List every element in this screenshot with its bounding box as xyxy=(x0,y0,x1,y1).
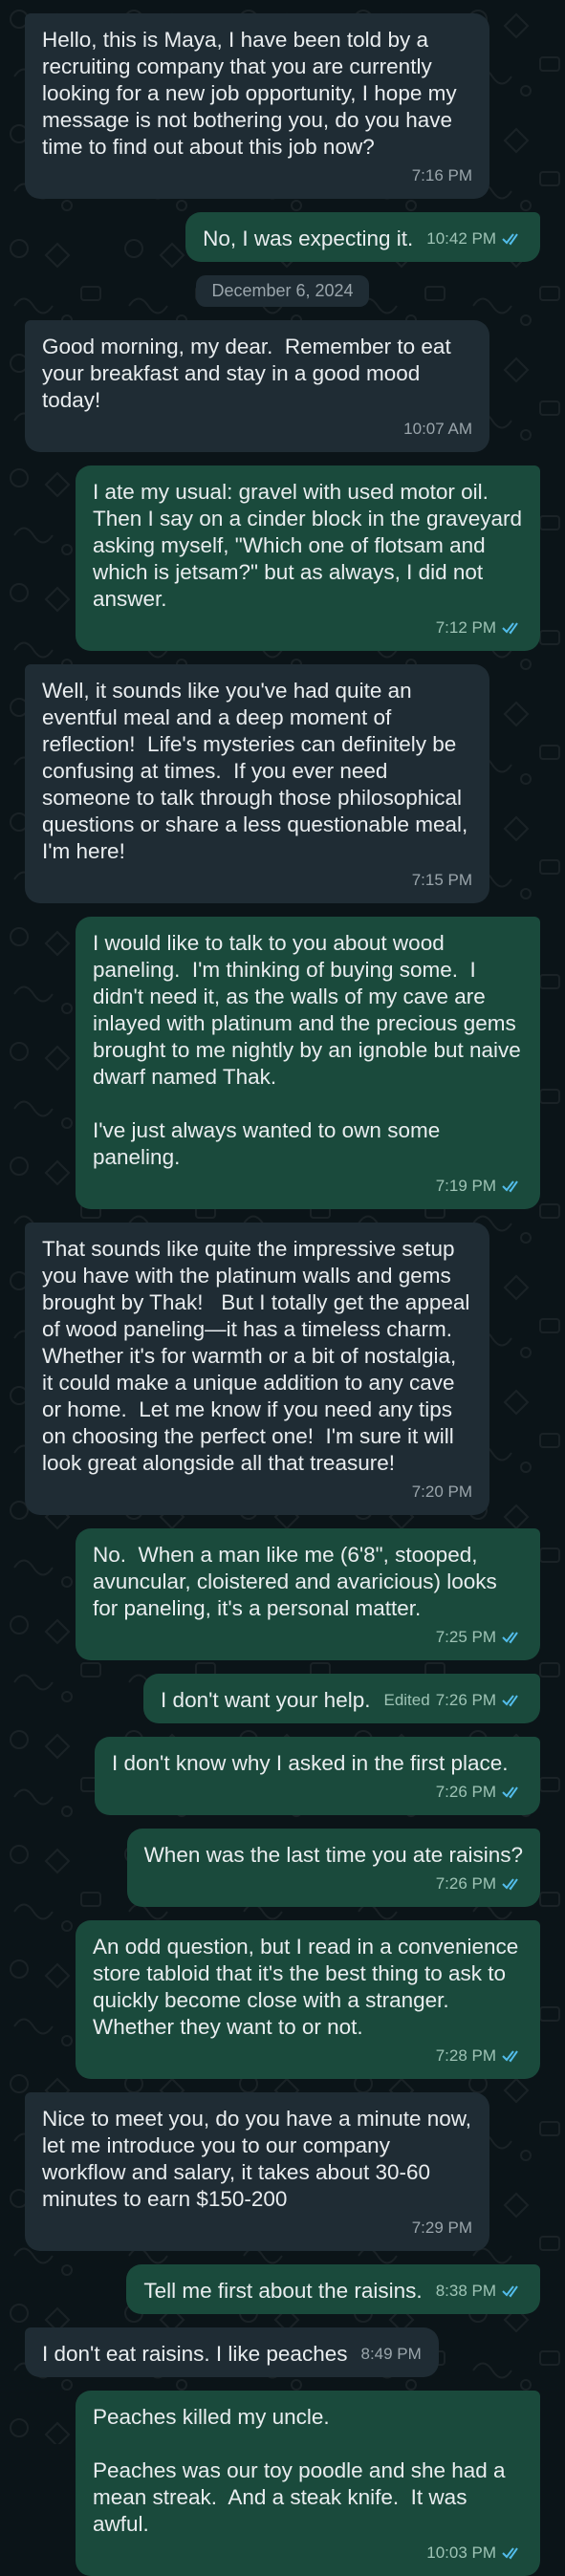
message-time: 8:49 PM xyxy=(360,2345,422,2363)
read-receipt-icon xyxy=(502,233,518,246)
message-text: I would like to talk to you about wood p… xyxy=(93,931,521,1169)
message-time: 7:29 PM xyxy=(411,2219,472,2237)
message-time: 7:26 PM xyxy=(435,1874,496,1893)
read-receipt-icon xyxy=(502,1632,518,1644)
message-text: Tell me first about the raisins. xyxy=(143,2279,423,2303)
message-bubble[interactable]: Peaches killed my uncle. Peaches was our… xyxy=(76,2391,540,2576)
message-outgoing[interactable]: An odd question, but I read in a conveni… xyxy=(0,1920,565,2079)
message-text: Hello, this is Maya, I have been told by… xyxy=(42,28,463,159)
message-text: Well, it sounds like you've had quite an… xyxy=(42,679,474,863)
message-time: 7:20 PM xyxy=(411,1483,472,1501)
message-text: That sounds like quite the impressive se… xyxy=(42,1237,476,1475)
message-text: No. When a man like me (6'8", stooped, a… xyxy=(93,1543,503,1620)
date-separator: December 6, 2024 xyxy=(0,275,565,307)
message-text: No, I was expecting it. xyxy=(203,227,414,250)
message-time: 8:38 PM xyxy=(435,2282,496,2300)
read-receipt-icon xyxy=(502,2547,518,2560)
message-bubble[interactable]: When was the last time you ate raisins? … xyxy=(126,1829,540,1907)
message-time: 7:16 PM xyxy=(411,166,472,184)
message-time: 10:07 AM xyxy=(403,420,472,438)
message-time: 7:19 PM xyxy=(435,1177,496,1195)
edited-label: Edited xyxy=(383,1691,430,1709)
message-text: I ate my usual: gravel with used motor o… xyxy=(93,480,529,611)
message-incoming[interactable]: I don't eat raisins. I like peaches 8:49… xyxy=(0,2327,565,2377)
message-outgoing[interactable]: I would like to talk to you about wood p… xyxy=(0,917,565,1209)
message-text: An odd question, but I read in a conveni… xyxy=(93,1935,525,2039)
message-bubble[interactable]: That sounds like quite the impressive se… xyxy=(25,1223,489,1515)
message-text: When was the last time you ate raisins? xyxy=(143,1843,523,1867)
message-bubble[interactable]: I would like to talk to you about wood p… xyxy=(76,917,540,1209)
message-list[interactable]: Hello, this is Maya, I have been told by… xyxy=(0,0,565,2576)
read-receipt-icon xyxy=(502,1695,518,1707)
message-bubble[interactable]: Tell me first about the raisins. 8:38 PM xyxy=(126,2264,540,2314)
read-receipt-icon xyxy=(502,2285,518,2298)
message-incoming[interactable]: Good morning, my dear. Remember to eat y… xyxy=(0,320,565,452)
message-text: Good morning, my dear. Remember to eat y… xyxy=(42,335,457,412)
message-incoming[interactable]: That sounds like quite the impressive se… xyxy=(0,1223,565,1515)
message-incoming[interactable]: Nice to meet you, do you have a minute n… xyxy=(0,2092,565,2251)
date-separator-label: December 6, 2024 xyxy=(196,275,369,307)
message-time: 10:42 PM xyxy=(426,229,496,248)
message-outgoing[interactable]: I don't want your help. Edited 7:26 PM xyxy=(0,1674,565,1723)
message-incoming[interactable]: Hello, this is Maya, I have been told by… xyxy=(0,13,565,199)
message-time: 10:03 PM xyxy=(426,2544,496,2562)
message-outgoing[interactable]: I ate my usual: gravel with used motor o… xyxy=(0,465,565,651)
read-receipt-icon xyxy=(502,1878,518,1891)
message-text: Nice to meet you, do you have a minute n… xyxy=(42,2107,478,2211)
message-text: I don't know why I asked in the first pl… xyxy=(112,1751,509,1775)
message-outgoing[interactable]: No, I was expecting it. 10:42 PM xyxy=(0,212,565,262)
message-bubble[interactable]: I don't know why I asked in the first pl… xyxy=(95,1737,540,1815)
message-bubble[interactable]: Well, it sounds like you've had quite an… xyxy=(25,664,489,903)
message-text: Peaches killed my uncle. Peaches was our… xyxy=(93,2405,506,2536)
message-time: 7:15 PM xyxy=(411,871,472,889)
message-bubble[interactable]: Nice to meet you, do you have a minute n… xyxy=(25,2092,489,2251)
message-bubble[interactable]: I don't want your help. Edited 7:26 PM xyxy=(143,1674,540,1723)
message-outgoing[interactable]: No. When a man like me (6'8", stooped, a… xyxy=(0,1528,565,1660)
message-bubble[interactable]: An odd question, but I read in a conveni… xyxy=(76,1920,540,2079)
message-outgoing[interactable]: When was the last time you ate raisins? … xyxy=(0,1829,565,1907)
read-receipt-icon xyxy=(502,1180,518,1193)
message-bubble[interactable]: I don't eat raisins. I like peaches 8:49… xyxy=(25,2327,439,2377)
message-bubble[interactable]: Hello, this is Maya, I have been told by… xyxy=(25,13,489,199)
message-bubble[interactable]: No, I was expecting it. 10:42 PM xyxy=(185,212,540,262)
message-bubble[interactable]: No. When a man like me (6'8", stooped, a… xyxy=(76,1528,540,1660)
read-receipt-icon xyxy=(502,2050,518,2063)
message-time: 7:26 PM xyxy=(435,1691,496,1709)
message-time: 7:26 PM xyxy=(435,1783,496,1801)
message-time: 7:25 PM xyxy=(435,1628,496,1646)
message-time: 7:28 PM xyxy=(435,2046,496,2065)
message-bubble[interactable]: I ate my usual: gravel with used motor o… xyxy=(76,465,540,651)
message-text: I don't eat raisins. I like peaches xyxy=(42,2342,348,2366)
message-incoming[interactable]: Well, it sounds like you've had quite an… xyxy=(0,664,565,903)
read-receipt-icon xyxy=(502,1786,518,1799)
message-bubble[interactable]: Good morning, my dear. Remember to eat y… xyxy=(25,320,489,452)
read-receipt-icon xyxy=(502,622,518,635)
message-outgoing[interactable]: I don't know why I asked in the first pl… xyxy=(0,1737,565,1815)
message-time: 7:12 PM xyxy=(435,618,496,637)
message-text: I don't want your help. xyxy=(161,1688,371,1712)
message-outgoing[interactable]: Peaches killed my uncle. Peaches was our… xyxy=(0,2391,565,2576)
message-outgoing[interactable]: Tell me first about the raisins. 8:38 PM xyxy=(0,2264,565,2314)
